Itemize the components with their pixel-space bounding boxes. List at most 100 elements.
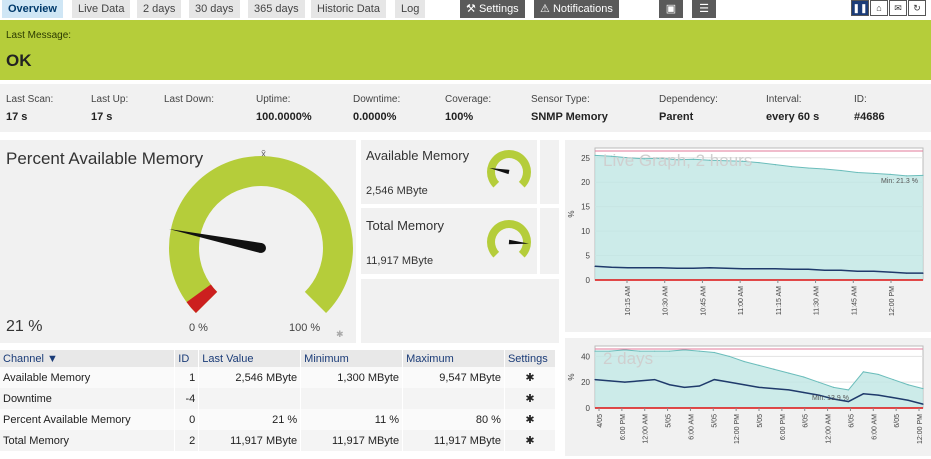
channel-minimum: 11,917 MByte [300,430,404,451]
gear-icon[interactable]: ✱ [504,430,557,451]
x-tick-label: 6/05 [803,414,810,428]
main-gauge-hub [256,243,266,253]
table-row: Available Memory 1 2,546 MByte 1,300 MBy… [0,367,557,388]
home-icon[interactable]: ⌂ [870,0,888,16]
data-point [877,373,879,376]
data-point [676,267,678,269]
tab-log[interactable]: Log [395,0,426,18]
x-tick-label: 6:00 PM [780,414,787,440]
wrench-icon: ⚒ [466,3,476,15]
chart-title: Live Graph, 2 hours [603,151,752,170]
data-point [758,386,760,388]
tab-365-days[interactable]: 365 days [248,0,305,18]
x-tick-label: 6/05 [894,414,901,428]
data-point [758,364,760,366]
series-area [595,155,923,280]
two-day-graph-chart[interactable]: 0 20 40% 2 days Min: 13.9 % 4/05 6:00 PM 12:00 … [565,338,931,456]
table-row: Total Memory 2 11,917 MByte 11,917 MByte… [0,430,557,451]
pin-icon: ✱ [336,330,344,340]
sort-down-icon: ▼ [47,352,58,365]
bell-icon: ⚠ [540,3,550,15]
gear-icon[interactable]: ✱ [504,409,557,430]
data-point [774,268,776,270]
data-point [743,384,745,386]
data-point [889,173,891,175]
data-point [922,388,924,390]
x-tick-label: 4/05 [597,414,604,428]
data-point [639,380,641,382]
list-icon[interactable]: ☰ [692,0,716,18]
notifications-button[interactable]: ⚠ Notifications [534,0,619,18]
data-point [594,154,596,156]
channel-name[interactable]: Percent Available Memory [0,409,176,430]
x-tick-label: 12:00 AM [643,414,650,444]
data-point [609,380,611,382]
status-banner: Last Message: OK [0,20,931,80]
tab-overview[interactable]: Overview [2,0,63,18]
data-point [862,393,864,395]
mail-icon[interactable]: ✉ [889,0,907,16]
header-minimum[interactable]: Minimum [300,350,404,367]
data-point [728,381,730,383]
tab-historic-data[interactable]: Historic Data [311,0,386,18]
data-point [824,269,826,271]
tab-2-days[interactable]: 2 days [137,0,182,18]
table-row: Percent Available Memory 0 21 % 11 % 80 … [0,409,557,430]
data-point [610,266,612,268]
channel-minimum: 1,300 MByte [300,367,404,388]
header-id[interactable]: ID [174,350,200,367]
channel-maximum: 11,917 MByte [402,430,505,451]
table-row: Downtime -4 ✱ [0,388,557,409]
tab-30-days[interactable]: 30 days [189,0,240,18]
data-point [713,378,715,381]
refresh-icon[interactable]: ↻ [908,0,926,16]
header-last-value[interactable]: Last Value [198,350,302,367]
data-point [643,267,645,269]
data-point [692,267,694,269]
data-point [803,391,805,394]
channel-id: -4 [174,388,200,409]
y-axis-label: % [567,373,576,380]
gear-icon[interactable]: ✱ [504,388,557,409]
live-graph-chart[interactable]: 0 5 10 15 20 25% Live Graph, 2 hours Min: 21.3 … [565,140,931,332]
data-point [892,397,894,399]
main-gauge: ✱ [168,156,353,340]
channel-name[interactable]: Downtime [0,388,176,409]
data-point [773,388,775,390]
settings-button[interactable]: ⚒ Settings [460,0,525,18]
total-memory-gauge [487,220,531,258]
data-point [847,389,850,391]
channel-maximum: 80 % [402,409,505,430]
data-point [922,403,924,405]
two-day-graph-panel: 0 20 40% 2 days Min: 13.9 % 4/05 6:00 PM 12:00 … [565,338,931,456]
header-channel[interactable]: Channel ▼ [0,350,176,367]
live-graph-panel: 0 5 10 15 20 25% Live Graph, 2 hours Min: 21.3 … [565,140,931,332]
data-point [862,371,864,373]
tab-live-data[interactable]: Live Data [72,0,131,18]
data-point [594,265,596,267]
x-tick-label: 6/05 [848,414,855,428]
x-tick-label: 12:00 PM [917,414,924,444]
channel-maximum: 9,547 MByte [402,367,505,388]
comment-icon[interactable]: ▣ [659,0,683,18]
data-point [698,385,700,387]
data-point [709,267,711,269]
channel-name[interactable]: Available Memory [0,367,176,388]
x-tick-label: 12:00 PM [889,286,896,316]
data-point [683,386,686,388]
data-point [660,267,662,269]
pause-icon[interactable]: ❚❚ [851,0,869,16]
data-point [840,169,842,172]
header-maximum[interactable]: Maximum [402,350,505,367]
channel-minimum [300,388,404,409]
data-point [906,272,908,274]
data-point [824,168,826,170]
channel-name[interactable]: Total Memory [0,430,176,451]
gear-icon[interactable]: ✱ [504,367,557,388]
y-tick-label: 0 [586,276,591,285]
data-point [713,351,715,354]
channel-id: 0 [174,409,200,430]
data-point [624,381,626,383]
available-memory-title: Available Memory [366,148,470,163]
data-point [873,172,875,175]
